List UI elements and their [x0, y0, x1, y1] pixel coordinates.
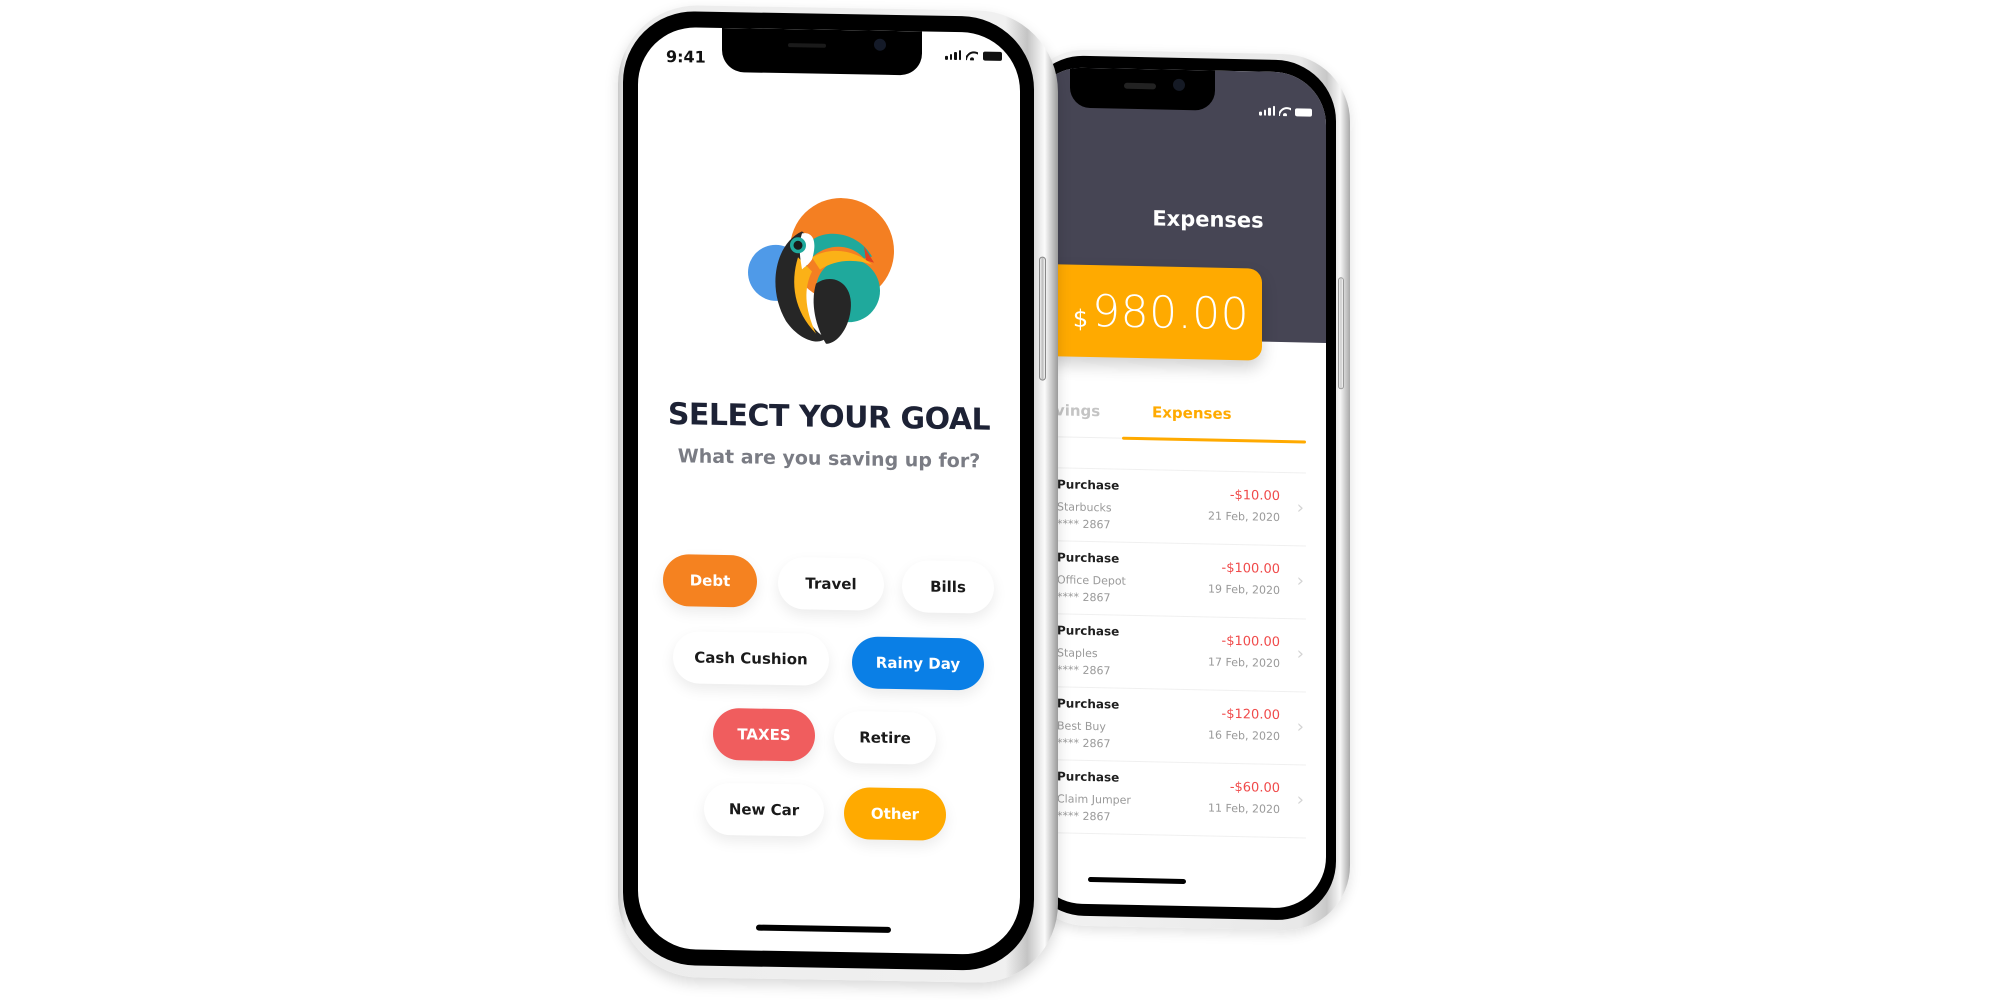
- card-number: **** 2867: [1057, 590, 1111, 605]
- goal-chip-rainy-day[interactable]: Rainy Day: [852, 636, 984, 691]
- transaction-date: 19 Feb, 2020: [1208, 582, 1280, 597]
- speaker-grille: [788, 43, 826, 48]
- page-subtitle: What are you saving up for?: [677, 445, 981, 473]
- power-button: [1338, 277, 1344, 390]
- goal-chip-retire[interactable]: Retire: [834, 710, 936, 765]
- transaction-amount: -$10.00: [1229, 487, 1280, 504]
- toucan-logo: [748, 198, 894, 344]
- speaker-grille: [1124, 82, 1156, 90]
- goal-chip-taxes[interactable]: TAXES: [713, 707, 815, 762]
- chevron-right-icon: ›: [1296, 716, 1304, 738]
- card-number: **** 2867: [1057, 517, 1111, 532]
- currency-symbol: $: [1072, 304, 1089, 333]
- transaction-type: Purchase: [1057, 550, 1120, 566]
- transaction-type: Purchase: [1057, 769, 1120, 785]
- chevron-right-icon: ›: [1296, 643, 1304, 665]
- transaction-type: Purchase: [1057, 696, 1120, 712]
- card-number: **** 2867: [1057, 736, 1111, 751]
- goal-chip-cash-cushion[interactable]: Cash Cushion: [673, 631, 829, 686]
- chevron-right-icon: ›: [1296, 570, 1304, 592]
- battery-icon: [1295, 108, 1312, 117]
- wifi-icon: [1279, 106, 1291, 116]
- transaction-date: 21 Feb, 2020: [1208, 509, 1280, 524]
- transaction-amount: -$60.00: [1229, 779, 1280, 796]
- balance-amount: 980.00: [1092, 285, 1250, 340]
- chevron-right-icon: ›: [1296, 789, 1304, 811]
- transaction-date: 17 Feb, 2020: [1208, 655, 1280, 670]
- battery-icon: [983, 51, 1002, 61]
- tab-bar: Savings Expenses: [1030, 396, 1306, 444]
- transaction-list: Purchase Starbucks **** 2867 -$10.00 21 …: [1030, 466, 1306, 839]
- tab-expenses[interactable]: Expenses: [1152, 403, 1232, 423]
- status-icons: [1259, 105, 1312, 117]
- chevron-right-icon: ›: [1296, 497, 1304, 519]
- goal-selection-screen: 9:41 SELECT YOUR GOAL What are you savin…: [638, 26, 1020, 956]
- goal-phone-mockup: 9:41 SELECT YOUR GOAL What are you savin…: [618, 4, 1058, 984]
- active-tab-indicator: [1122, 436, 1306, 444]
- goal-chip-bills[interactable]: Bills: [902, 560, 994, 614]
- transaction-row[interactable]: Purchase Office Depot **** 2867 -$100.00…: [1030, 540, 1306, 620]
- goal-chip-travel[interactable]: Travel: [778, 556, 884, 611]
- cellular-signal-icon: [945, 50, 961, 61]
- transaction-row[interactable]: Purchase Staples **** 2867 -$100.00 17 F…: [1030, 613, 1306, 693]
- transaction-row[interactable]: Purchase Starbucks **** 2867 -$10.00 21 …: [1030, 467, 1306, 547]
- home-indicator[interactable]: [756, 924, 891, 933]
- goal-chip-new-car[interactable]: New Car: [704, 782, 824, 837]
- card-number: **** 2867: [1057, 809, 1111, 824]
- page-title: Expenses: [1152, 206, 1264, 233]
- goal-chip-debt[interactable]: Debt: [663, 553, 757, 608]
- merchant-name: Staples: [1057, 646, 1098, 661]
- balance-card: $ 980.00: [1030, 263, 1262, 361]
- home-indicator[interactable]: [1088, 876, 1186, 885]
- transaction-row[interactable]: Purchase Claim Jumper **** 2867 -$60.00 …: [1030, 759, 1306, 839]
- expenses-screen: :41 Expenses $ 980.00 Savings Expenses P…: [1030, 66, 1326, 909]
- notch: [722, 27, 922, 76]
- expenses-phone-mockup: :41 Expenses $ 980.00 Savings Expenses P…: [1020, 48, 1350, 932]
- card-number: **** 2867: [1057, 663, 1111, 678]
- merchant-name: Starbucks: [1057, 500, 1112, 515]
- transaction-type: Purchase: [1057, 477, 1120, 493]
- status-time: 9:41: [666, 46, 706, 67]
- page-title: SELECT YOUR GOAL: [667, 397, 991, 438]
- transaction-type: Purchase: [1057, 623, 1120, 639]
- transaction-amount: -$100.00: [1221, 633, 1280, 650]
- goal-chip-other[interactable]: Other: [844, 787, 946, 841]
- power-button: [1039, 256, 1046, 381]
- merchant-name: Office Depot: [1057, 573, 1126, 588]
- transaction-date: 11 Feb, 2020: [1208, 801, 1280, 816]
- merchant-name: Best Buy: [1057, 719, 1106, 734]
- front-camera: [874, 38, 886, 51]
- transaction-amount: -$120.00: [1221, 706, 1280, 723]
- cellular-signal-icon: [1259, 105, 1275, 116]
- transaction-date: 16 Feb, 2020: [1208, 728, 1280, 743]
- front-camera: [1173, 78, 1185, 91]
- merchant-name: Claim Jumper: [1057, 792, 1131, 807]
- notch: [1070, 67, 1215, 111]
- transaction-amount: -$100.00: [1221, 560, 1280, 577]
- status-icons: [945, 50, 1002, 61]
- transaction-row[interactable]: Purchase Best Buy **** 2867 -$120.00 16 …: [1030, 686, 1306, 766]
- wifi-icon: [966, 50, 978, 60]
